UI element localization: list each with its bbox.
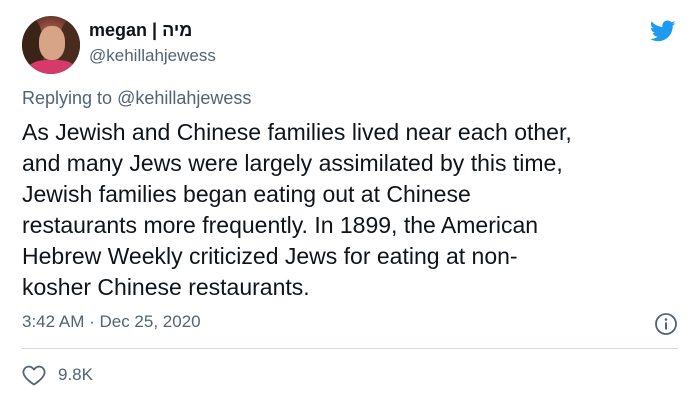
replying-to-prefix: Replying to [22,88,118,108]
tweet-text: As Jewish and Chinese families lived nea… [22,119,572,300]
divider [22,348,678,349]
reply-mention-link[interactable]: @kehillahjewess [117,88,251,108]
heart-icon[interactable] [22,364,46,386]
tweet-timestamp[interactable]: 3:42 AM · Dec 25, 2020 [22,312,201,332]
info-icon[interactable] [654,312,678,336]
like-count: 9.8K [58,365,93,384]
like-button[interactable]: 9.8K [22,364,93,386]
twitter-bird-icon[interactable] [648,18,678,44]
tweet-card: megan | מיה @kehillahjewess Replying to … [0,0,700,402]
replying-to: Replying to @kehillahjewess [22,88,251,109]
display-name[interactable]: megan | מיה [89,20,192,41]
user-handle[interactable]: @kehillahjewess [89,46,216,66]
avatar[interactable] [22,16,80,74]
display-name-row[interactable]: megan | מיה [89,20,192,41]
